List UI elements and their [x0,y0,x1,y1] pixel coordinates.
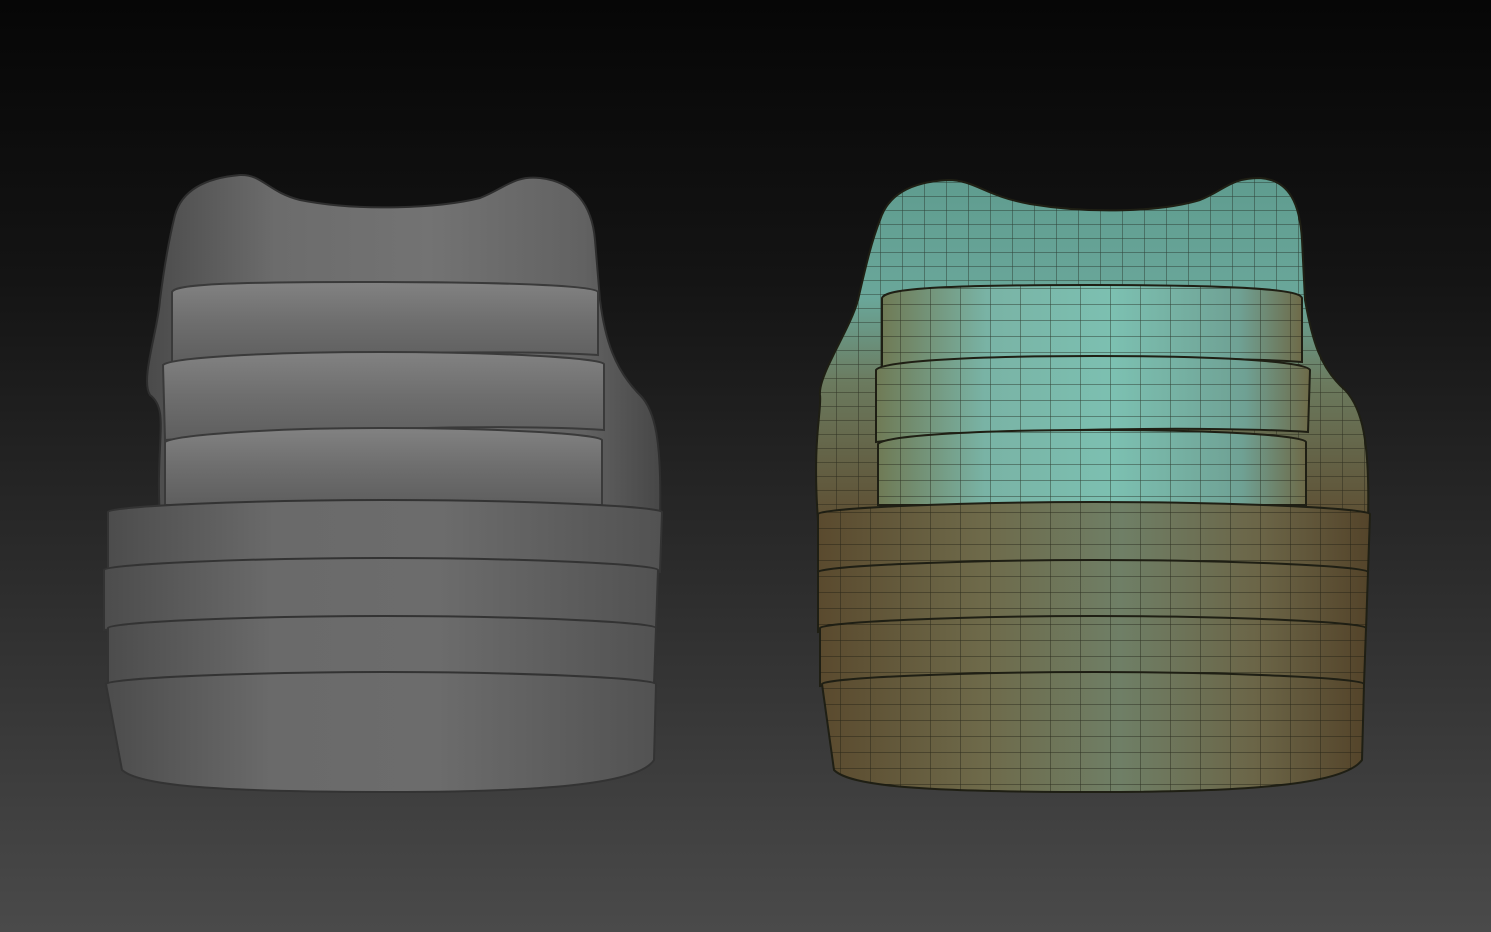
gray-plate-2 [161,350,605,442]
gray-sculpt-model[interactable] [103,173,664,794]
gray-plate-1 [171,280,599,364]
gray-plate-3 [164,426,603,506]
3d-viewport[interactable] [0,0,1491,932]
wireframe-retopo-model[interactable] [815,176,1372,794]
wire-band-4-grid [822,672,1364,792]
gray-band-4 [104,670,658,794]
viewport-canvas [103,173,1372,794]
wire-plate-3-grid [878,430,1306,505]
